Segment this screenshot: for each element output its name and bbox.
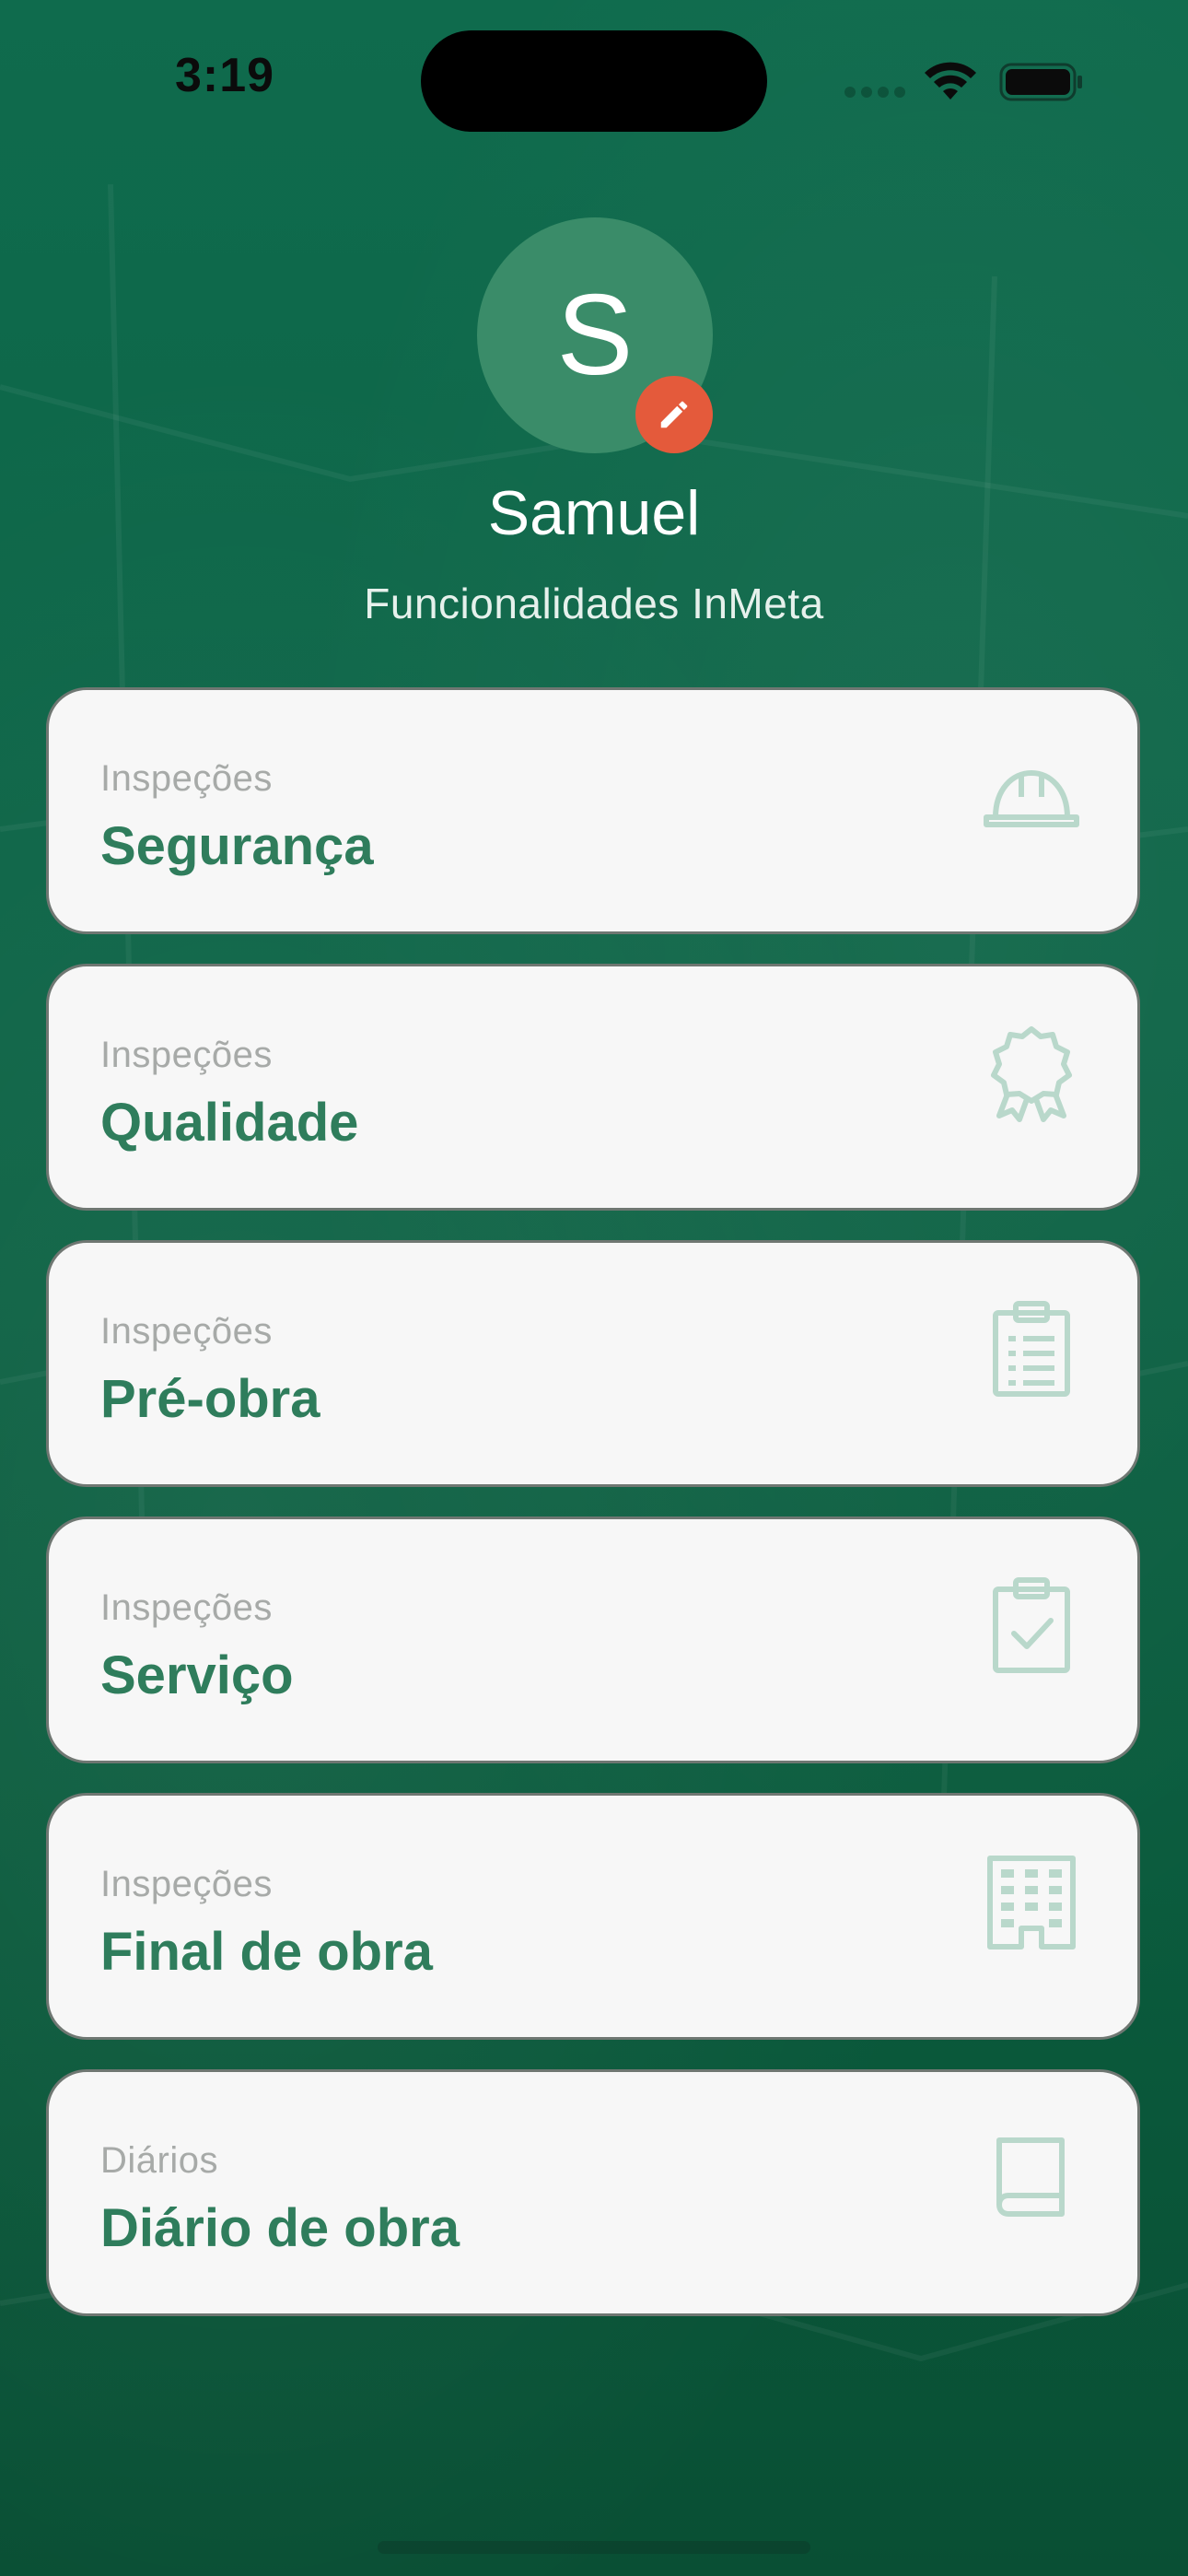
card-title: Qualidade	[100, 1093, 359, 1153]
pencil-icon	[660, 401, 688, 428]
card-category: Inspeções	[100, 1864, 273, 1904]
card-title: Final de obra	[100, 1922, 433, 1982]
clipboard-list-icon	[993, 1301, 1070, 1397]
menu-card-servico[interactable]: Inspeções Serviço	[46, 1516, 1140, 1763]
award-ribbon-icon	[991, 1026, 1072, 1122]
wifi-icon	[925, 62, 976, 100]
battery-icon	[999, 63, 1082, 101]
menu-card-seguranca[interactable]: Inspeções Segurança	[46, 687, 1140, 934]
card-category: Inspeções	[100, 1311, 273, 1352]
card-category: Inspeções	[100, 1035, 273, 1075]
dynamic-island	[421, 30, 767, 132]
card-category: Inspeções	[100, 1587, 273, 1628]
menu-card-qualidade[interactable]: Inspeções Qualidade	[46, 964, 1140, 1211]
card-category: Inspeções	[100, 758, 273, 799]
card-category: Diários	[100, 2140, 218, 2181]
card-title: Segurança	[100, 816, 374, 876]
cellular-signal-icon	[844, 87, 905, 98]
profile-subtitle: Funcionalidades InMeta	[364, 580, 824, 627]
book-icon	[996, 2137, 1065, 2217]
edit-profile-button[interactable]	[635, 376, 713, 453]
avatar-initial: S	[556, 272, 634, 399]
user-name: Samuel	[487, 478, 701, 548]
home-indicator[interactable]	[378, 2541, 810, 2554]
status-bar: 3:19	[0, 0, 1188, 157]
card-title: Serviço	[100, 1645, 294, 1705]
status-time: 3:19	[175, 49, 275, 102]
menu-card-final-de-obra[interactable]: Inspeções Final de obra	[46, 1793, 1140, 2040]
menu-card-pre-obra[interactable]: Inspeções Pré-obra	[46, 1240, 1140, 1487]
card-title: Diário de obra	[100, 2198, 460, 2258]
hard-hat-icon	[984, 770, 1079, 827]
menu-card-diario-de-obra[interactable]: Diários Diário de obra	[46, 2069, 1140, 2316]
building-icon	[987, 1856, 1076, 1950]
clipboard-check-icon	[993, 1577, 1070, 1673]
card-title: Pré-obra	[100, 1369, 320, 1429]
